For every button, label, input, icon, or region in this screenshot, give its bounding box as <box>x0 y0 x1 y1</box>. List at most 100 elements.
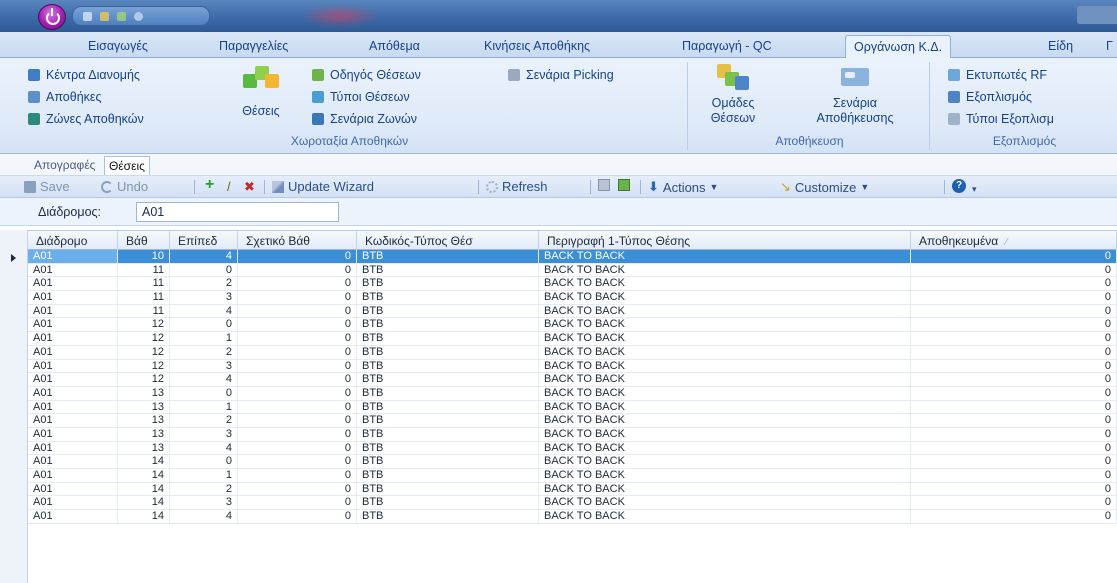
cell-level[interactable]: 0 <box>170 318 238 332</box>
cell-description[interactable]: BACK TO BACK <box>539 291 911 304</box>
cell-description[interactable]: BACK TO BACK <box>539 469 911 482</box>
table-row[interactable]: A01 12 3 0 BTB BACK TO BACK 0 <box>28 359 1117 374</box>
table-row[interactable]: A01 11 4 0 BTB BACK TO BACK 0 <box>28 304 1117 319</box>
spreadsheet-icon[interactable] <box>618 179 630 191</box>
tab-overflow[interactable]: Γ <box>1106 39 1113 53</box>
cell-description[interactable]: BACK TO BACK <box>539 496 911 510</box>
qat-globe-icon[interactable] <box>134 11 143 21</box>
ribbon-item-kentra[interactable]: Κέντρα Διανομής <box>28 68 140 82</box>
cell-depth[interactable]: 11 <box>118 277 170 291</box>
cell-description[interactable]: BACK TO BACK <box>539 318 911 332</box>
cell-aisle[interactable]: A01 <box>28 318 118 332</box>
cell-type-code[interactable]: BTB <box>357 373 539 386</box>
tab-eidi[interactable]: Είδη <box>1048 39 1073 53</box>
cell-relative-depth[interactable]: 0 <box>238 414 357 427</box>
cell-stored[interactable]: 0 <box>911 277 1117 291</box>
cell-description[interactable]: BACK TO BACK <box>539 359 911 373</box>
cell-level[interactable]: 3 <box>170 359 238 373</box>
cell-stored[interactable]: 0 <box>911 510 1117 523</box>
qat-save-icon[interactable] <box>83 11 92 21</box>
cell-type-code[interactable]: BTB <box>357 386 539 400</box>
cell-aisle[interactable]: A01 <box>28 482 118 496</box>
cell-aisle[interactable]: A01 <box>28 263 118 277</box>
pencil-icon[interactable]: / <box>227 179 231 194</box>
cell-type-code[interactable]: BTB <box>357 291 539 304</box>
cell-relative-depth[interactable]: 0 <box>238 318 357 332</box>
cell-depth[interactable]: 13 <box>118 400 170 414</box>
cell-type-code[interactable]: BTB <box>357 441 539 455</box>
cell-depth[interactable]: 14 <box>118 455 170 468</box>
table-row[interactable]: A01 12 2 0 BTB BACK TO BACK 0 <box>28 345 1117 360</box>
ribbon-item-picking[interactable]: Σενάρια Picking <box>508 68 614 82</box>
cell-relative-depth[interactable]: 0 <box>238 510 357 523</box>
cell-level[interactable]: 3 <box>170 291 238 304</box>
cell-description[interactable]: BACK TO BACK <box>539 427 911 441</box>
cell-level[interactable]: 4 <box>170 304 238 318</box>
help-icon[interactable]: ? <box>952 179 966 193</box>
actions-dropdown[interactable]: ⬇ Actions ▼ <box>648 179 718 195</box>
cell-depth[interactable]: 11 <box>118 304 170 318</box>
cell-level[interactable]: 3 <box>170 427 238 441</box>
cell-description[interactable]: BACK TO BACK <box>539 441 911 455</box>
cell-depth[interactable]: 12 <box>118 318 170 332</box>
cell-level[interactable]: 0 <box>170 263 238 277</box>
cell-aisle[interactable]: A01 <box>28 386 118 400</box>
table-row[interactable]: A01 11 3 0 BTB BACK TO BACK 0 <box>28 291 1117 305</box>
tab-apografes[interactable]: Απογραφές <box>34 158 95 172</box>
table-row[interactable]: A01 13 3 0 BTB BACK TO BACK 0 <box>28 427 1117 442</box>
ribbon-item-typoi[interactable]: Τύποι Θέσεων <box>312 90 410 104</box>
cell-aisle[interactable]: A01 <box>28 455 118 468</box>
cell-type-code[interactable]: BTB <box>357 277 539 291</box>
cell-type-code[interactable]: BTB <box>357 496 539 510</box>
cell-depth[interactable]: 11 <box>118 263 170 277</box>
undo-button[interactable]: Undo <box>101 179 148 194</box>
cell-type-code[interactable]: BTB <box>357 400 539 414</box>
cell-level[interactable]: 4 <box>170 441 238 455</box>
cell-description[interactable]: BACK TO BACK <box>539 263 911 277</box>
cell-stored[interactable]: 0 <box>911 304 1117 318</box>
customize-dropdown[interactable]: ↘ Customize ▼ <box>780 179 869 195</box>
cell-depth[interactable]: 14 <box>118 496 170 510</box>
cell-aisle[interactable]: A01 <box>28 427 118 441</box>
cell-level[interactable]: 2 <box>170 414 238 427</box>
printer-icon[interactable] <box>598 179 610 191</box>
table-row[interactable]: A01 11 2 0 BTB BACK TO BACK 0 <box>28 277 1117 292</box>
cell-stored[interactable]: 0 <box>911 318 1117 332</box>
cell-relative-depth[interactable]: 0 <box>238 373 357 386</box>
cell-aisle[interactable]: A01 <box>28 441 118 455</box>
cell-aisle[interactable]: A01 <box>28 277 118 291</box>
table-row[interactable]: A01 14 2 0 BTB BACK TO BACK 0 <box>28 482 1117 497</box>
cell-type-code[interactable]: BTB <box>357 304 539 318</box>
cell-stored[interactable]: 0 <box>911 455 1117 468</box>
cell-type-code[interactable]: BTB <box>357 263 539 277</box>
cell-level[interactable]: 2 <box>170 277 238 291</box>
cell-description[interactable]: BACK TO BACK <box>539 400 911 414</box>
cell-level[interactable]: 2 <box>170 345 238 359</box>
tab-paragogi-qc[interactable]: Παραγωγή - QC <box>682 39 772 53</box>
cell-aisle[interactable]: A01 <box>28 345 118 359</box>
cell-relative-depth[interactable]: 0 <box>238 482 357 496</box>
save-button[interactable]: Save <box>24 179 70 194</box>
col-header-description[interactable]: Περιγραφή 1-Τύπος Θέσης <box>539 231 911 250</box>
cell-level[interactable]: 0 <box>170 386 238 400</box>
cell-depth[interactable]: 13 <box>118 414 170 427</box>
ribbon-big-omades[interactable]: Ομάδες Θέσεων <box>696 64 770 126</box>
cell-stored[interactable]: 0 <box>911 496 1117 510</box>
table-row[interactable]: A01 12 4 0 BTB BACK TO BACK 0 <box>28 373 1117 387</box>
table-row[interactable]: A01 14 0 0 BTB BACK TO BACK 0 <box>28 455 1117 469</box>
cell-level[interactable]: 1 <box>170 332 238 345</box>
cell-description[interactable]: BACK TO BACK <box>539 332 911 345</box>
cell-level[interactable]: 4 <box>170 510 238 523</box>
cell-stored[interactable]: 0 <box>911 250 1117 263</box>
cell-type-code[interactable]: BTB <box>357 482 539 496</box>
cell-relative-depth[interactable]: 0 <box>238 250 357 263</box>
cell-description[interactable]: BACK TO BACK <box>539 414 911 427</box>
tab-eisagoges[interactable]: Εισαγωγές <box>88 39 148 53</box>
cell-description[interactable]: BACK TO BACK <box>539 510 911 523</box>
cell-description[interactable]: BACK TO BACK <box>539 373 911 386</box>
cell-level[interactable]: 2 <box>170 482 238 496</box>
col-header-relative-depth[interactable]: Σχετικό Βάθ <box>238 231 357 250</box>
cell-aisle[interactable]: A01 <box>28 510 118 523</box>
cell-depth[interactable]: 14 <box>118 510 170 523</box>
cell-relative-depth[interactable]: 0 <box>238 291 357 304</box>
